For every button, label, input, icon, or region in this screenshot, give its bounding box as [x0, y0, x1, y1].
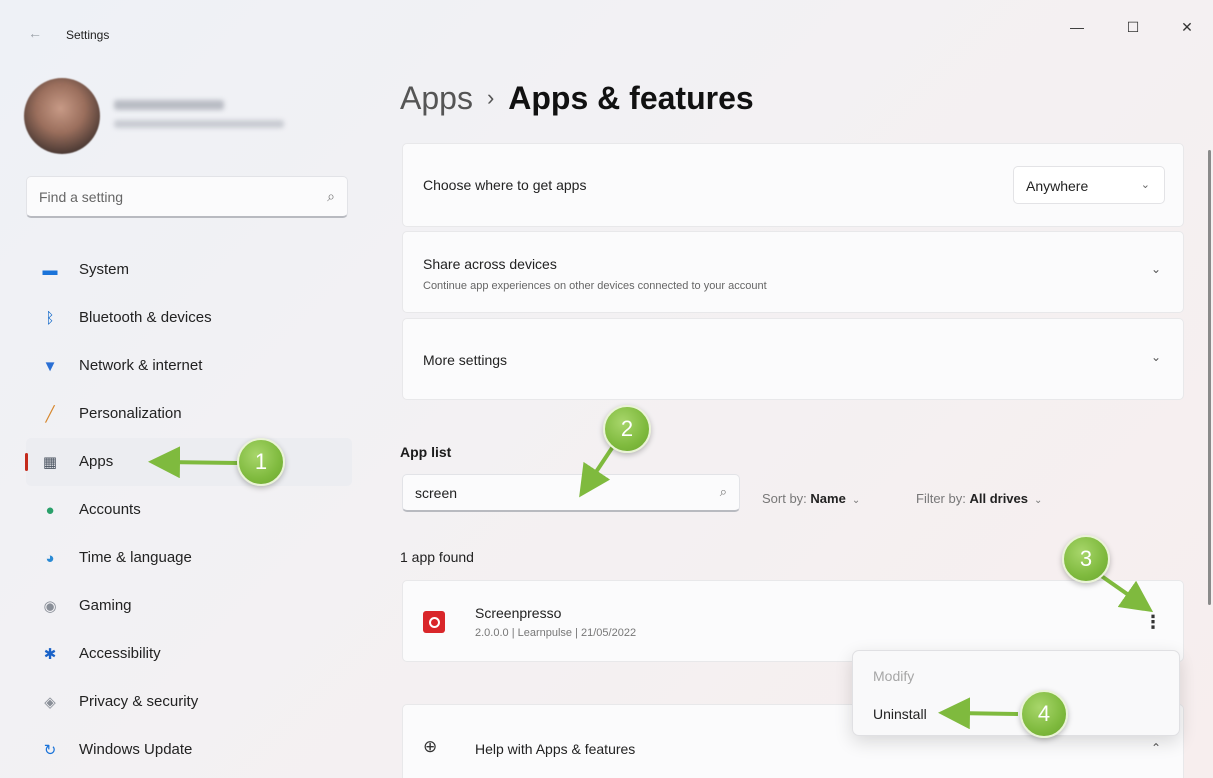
sidebar-item-privacy-security[interactable]: ◈ Privacy & security	[26, 678, 352, 726]
accessibility-icon: ✱	[43, 646, 57, 663]
chevron-down-icon: ⌄	[1034, 495, 1043, 506]
sort-by-dropdown[interactable]: Sort by: Name ⌄	[762, 491, 860, 506]
sort-by-value: Name	[810, 491, 846, 506]
window-title: Settings	[66, 28, 110, 42]
filter-by-label: Filter by:	[916, 491, 966, 506]
sidebar-nav: ▬ System ᛒ Bluetooth & devices ▼ Network & in…	[25, 246, 352, 774]
chevron-down-icon: ⌄	[1140, 179, 1150, 191]
user-profile[interactable]	[24, 78, 364, 158]
wifi-icon: ▼	[42, 357, 58, 375]
chevron-up-icon[interactable]: ⌃	[1151, 741, 1161, 755]
breadcrumb-parent[interactable]: Apps	[400, 80, 473, 116]
choose-where-label: Choose where to get apps	[423, 177, 587, 193]
sidebar-item-label: Gaming	[79, 597, 132, 614]
accounts-icon: ●	[45, 501, 55, 519]
modify-menu-item: Modify	[873, 668, 915, 684]
filter-by-value: All drives	[969, 491, 1028, 506]
globe-icon: ⊕	[423, 737, 438, 756]
sidebar-item-windows-update[interactable]: ↻ Windows Update	[26, 726, 352, 774]
sidebar-item-label: Bluetooth & devices	[79, 309, 212, 326]
sidebar-item-system[interactable]: ▬ System	[26, 246, 352, 294]
update-icon: ↻	[43, 742, 57, 759]
globe-clock-icon: ◕	[45, 549, 55, 567]
find-setting-input[interactable]	[27, 177, 297, 217]
sidebar-item-label: Time & language	[79, 549, 192, 566]
sort-by-label: Sort by:	[762, 491, 807, 506]
share-across-devices-description: Continue app experiences on other device…	[423, 280, 767, 292]
bluetooth-icon: ᛒ	[45, 309, 55, 327]
chevron-down-icon[interactable]: ⌄	[1151, 262, 1161, 276]
app-list-search[interactable]: ⌕	[402, 474, 740, 512]
gamepad-icon: ◉	[43, 598, 57, 615]
callout-badge-2: 2	[603, 405, 651, 453]
choose-where-card: Choose where to get apps Anywhere ⌄	[402, 143, 1184, 227]
sidebar-item-apps[interactable]: ▦ Apps	[25, 438, 352, 486]
more-settings-card[interactable]: More settings ⌄	[402, 318, 1184, 400]
shield-icon: ◈	[44, 694, 56, 711]
sidebar-item-label: Privacy & security	[79, 693, 199, 710]
find-setting-search[interactable]: ⌕	[26, 176, 348, 218]
sidebar-item-gaming[interactable]: ◉ Gaming	[26, 582, 352, 630]
sidebar-item-network-internet[interactable]: ▼ Network & internet	[26, 342, 352, 390]
more-options-icon[interactable]: ⋮	[1143, 609, 1163, 635]
sidebar-item-label: Personalization	[79, 405, 182, 422]
system-icon: ▬	[42, 261, 58, 279]
app-search-input[interactable]	[403, 475, 693, 511]
chevron-down-icon: ⌄	[851, 495, 861, 506]
sidebar-item-bluetooth-devices[interactable]: ᛒ Bluetooth & devices	[26, 294, 352, 342]
app-source-dropdown[interactable]: Anywhere ⌄	[1013, 166, 1165, 204]
sidebar-item-label: Accessibility	[79, 645, 161, 662]
active-indicator	[25, 453, 28, 471]
sidebar-item-accounts[interactable]: ● Accounts	[26, 486, 352, 534]
sidebar-item-label: Network & internet	[79, 357, 203, 374]
sidebar-item-label: Apps	[79, 453, 114, 470]
search-icon[interactable]: ⌕	[720, 484, 727, 500]
sidebar-item-label: Accounts	[79, 501, 141, 518]
close-button[interactable]: ✕	[1172, 14, 1202, 40]
scrollbar[interactable]	[1208, 150, 1211, 605]
brush-icon: ╱	[45, 406, 55, 423]
breadcrumb: Apps › Apps & features	[400, 80, 754, 120]
profile-email-blurred	[114, 120, 284, 128]
help-apps-features-label: Help with Apps & features	[475, 741, 636, 757]
avatar[interactable]	[24, 78, 100, 154]
title-bar: ← Settings — ☐ ✕	[0, 0, 1213, 72]
app-name: Screenpresso	[475, 605, 562, 621]
callout-badge-4: 4	[1020, 690, 1068, 738]
page-title: Apps & features	[508, 80, 754, 116]
search-icon[interactable]: ⌕	[327, 188, 335, 205]
share-across-devices-card[interactable]: Share across devices Continue app experi…	[402, 231, 1184, 313]
minimize-button[interactable]: —	[1062, 14, 1092, 40]
share-across-devices-label: Share across devices	[423, 256, 557, 272]
apps-icon: ▦	[42, 454, 58, 471]
more-settings-label: More settings	[423, 352, 508, 368]
app-list-heading: App list	[400, 444, 452, 460]
sidebar-item-time-language[interactable]: ◕ Time & language	[26, 534, 352, 582]
sidebar-item-label: System	[79, 261, 130, 278]
apps-found-count: 1 app found	[400, 549, 474, 565]
app-details: 2.0.0.0 | Learnpulse | 21/05/2022	[475, 627, 637, 639]
callout-badge-3: 3	[1062, 535, 1110, 583]
sidebar-item-label: Windows Update	[79, 741, 193, 758]
app-source-value: Anywhere	[1026, 178, 1089, 194]
back-arrow-icon[interactable]: ←	[24, 22, 46, 44]
screenpresso-app-icon	[423, 611, 445, 633]
filter-by-dropdown[interactable]: Filter by: All drives ⌄	[916, 491, 1042, 506]
sidebar-item-accessibility[interactable]: ✱ Accessibility	[26, 630, 352, 678]
callout-badge-1: 1	[237, 438, 285, 486]
app-context-menu: Modify Uninstall	[852, 650, 1180, 736]
uninstall-menu-item[interactable]: Uninstall	[859, 697, 1175, 731]
profile-name-blurred	[114, 100, 224, 110]
maximize-button[interactable]: ☐	[1118, 14, 1148, 40]
chevron-down-icon[interactable]: ⌄	[1151, 350, 1161, 364]
sidebar-item-personalization[interactable]: ╱ Personalization	[26, 390, 352, 438]
breadcrumb-separator-icon: ›	[486, 85, 495, 110]
